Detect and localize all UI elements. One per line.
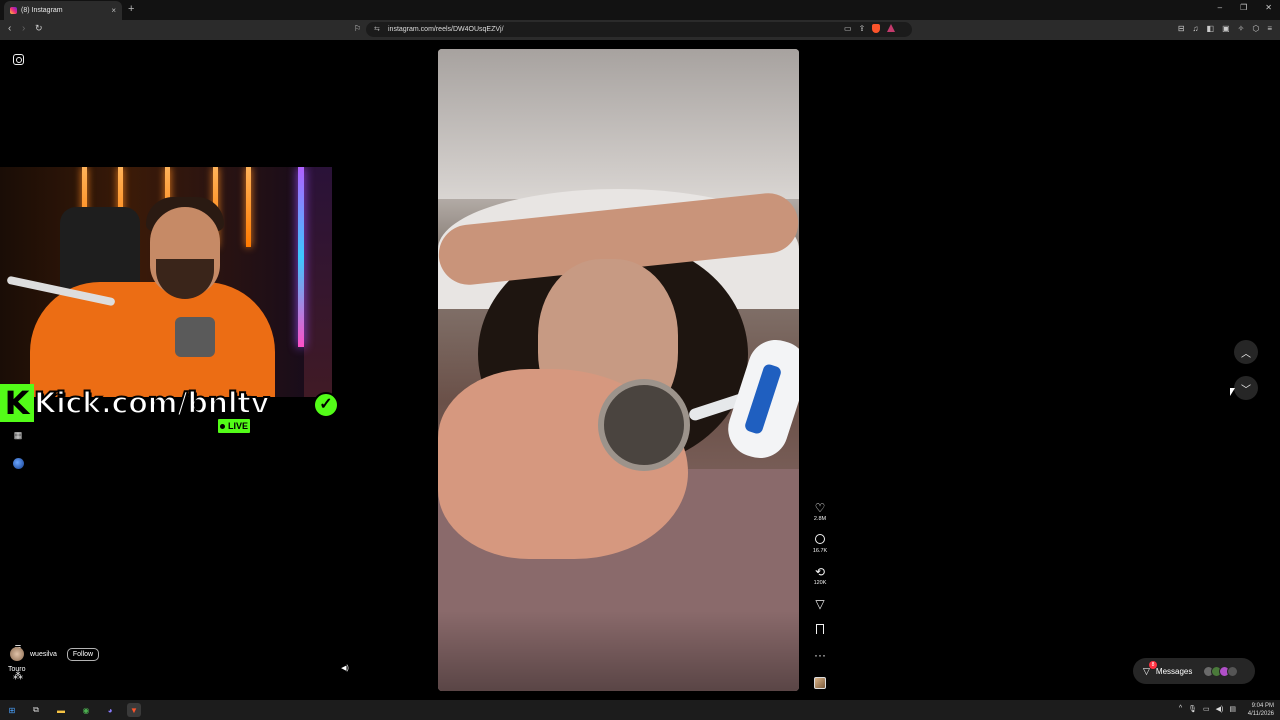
clock-date: 4/11/2026 [1247,711,1274,717]
reel-author: wuesilva Follow [10,647,100,661]
like-count: 2.8M [813,516,827,522]
messages-label: Messages [1155,666,1193,676]
follow-button[interactable]: Follow [66,647,100,661]
heart-icon: ♡ [814,501,826,515]
forward-arrow-icon[interactable]: › [22,23,25,34]
windows-taskbar: ⊞ ⧉ ▬ ◉ ◕ ▼ ^ 🎙 ▭ ◀) ▤ 9:04 PM 4/11/2026 [0,700,1280,720]
menu-icon[interactable]: ≡ [1267,24,1272,33]
split-view-icon[interactable]: ◧ [1207,24,1215,33]
kick-logo: K [0,384,34,422]
live-label: LIVE [227,421,248,431]
dashboard-icon[interactable]: ▦ [11,428,25,442]
address-bar-url: instagram.com/reels/DW4OUsqEZVj/ [388,26,504,33]
window-controls: – ❐ ✕ [1218,3,1272,12]
clock-time: 9:04 PM [1251,703,1274,709]
messenger-icon: ▽ 8 [1143,660,1157,677]
comment-icon [808,534,832,547]
previous-reel-button[interactable]: ︿ [1234,340,1258,364]
media-icon[interactable]: ♫ [1193,24,1199,33]
message-avatar [1227,665,1239,677]
discord-icon[interactable]: ◕ [103,703,117,717]
audio-track-thumbnail[interactable] [814,677,826,689]
more-options-icon: ··· [814,648,826,662]
maximize-button[interactable]: ❐ [1240,3,1247,12]
brave-shields-icon[interactable] [872,24,881,33]
instagram-page: ▦ ≡ ⁂ K Kick.com/bnltv ✓ LIVE [0,40,1280,700]
save-button[interactable] [808,624,832,637]
tab-title: (8) Instagram [21,7,63,14]
file-explorer-icon[interactable]: ▬ [54,703,68,717]
mute-toggle-icon[interactable]: ◀) [337,660,353,676]
task-view-icon[interactable]: ⧉ [29,703,43,717]
tray-chevron-icon[interactable]: ^ [1179,705,1182,713]
vpn-icon[interactable]: ⬡ [1252,24,1259,33]
address-bar[interactable]: ⇆ instagram.com/reels/DW4OUsqEZVj/ [366,22,912,37]
send-icon: ▽ [815,597,825,611]
comment-count: 16.7K [812,548,828,554]
repost-count: 120K [813,580,827,586]
site-info-icon[interactable]: ⇆ [374,25,380,33]
network-icon[interactable]: ▭ [1203,705,1210,713]
more-options-button[interactable]: ··· [808,649,832,662]
browser-tab-instagram[interactable]: (8) Instagram × [4,1,122,20]
extension-icons: ⊟ ♫ ◧ ▣ ✧ ⬡ ≡ [1178,24,1272,33]
browser-tab-bar: (8) Instagram × + – ❐ ✕ [0,0,1280,20]
bookmark-save-icon [808,624,832,637]
like-button[interactable]: ♡ 2.8M [808,501,832,523]
share-icon[interactable]: ⇪ [859,24,866,33]
share-button[interactable]: ▽ [808,598,832,611]
taskbar-clock[interactable]: 9:04 PM 4/11/2026 [1248,702,1274,718]
comment-button[interactable]: 16.7K [808,534,832,554]
author-username[interactable]: wuesilva [30,651,57,658]
reel-audio-label[interactable]: Touro [8,666,26,673]
messages-avatars [1203,665,1239,677]
browser-toolbar: ‹ › ↻ ⚐ ⇆ instagram.com/reels/DW4OUsqEZV… [0,20,1280,40]
leo-ai-icon[interactable]: ✧ [1238,24,1245,33]
messages-button[interactable]: ▽ 8 Messages [1133,658,1255,684]
brave-taskbar-icon[interactable]: ▼ [127,703,141,717]
kick-channel-banner: K Kick.com/bnltv ✓ [0,384,345,424]
live-dot-icon [219,423,225,429]
volume-icon[interactable]: ◀) [1216,705,1224,713]
verified-check-icon: ✓ [313,392,339,418]
reel-video[interactable] [438,49,799,691]
author-avatar[interactable] [10,647,24,661]
messages-badge: 8 [1149,660,1157,669]
chevron-down-icon: ﹀ [1241,384,1251,396]
address-bar-actions: ▭ ⇪ [844,24,896,33]
instagram-favicon-icon [10,7,17,14]
action-center-icon[interactable]: ▤ [1229,705,1236,713]
new-tab-button[interactable]: + [128,3,134,15]
back-arrow-icon[interactable]: ‹ [8,23,11,34]
bookmark-icon[interactable]: ⚐ [354,24,361,33]
reload-icon[interactable]: ↻ [35,23,43,34]
wallet-icon[interactable]: ▣ [1222,24,1230,33]
repost-button[interactable]: ⟲ 120K [808,565,832,587]
next-reel-button[interactable]: ﹀ [1234,376,1258,400]
close-window-button[interactable]: ✕ [1265,3,1272,12]
tab-close-icon[interactable]: × [111,6,116,15]
chevron-up-icon: ︿ [1241,348,1251,360]
sidebar-toggle-icon[interactable]: ⊟ [1178,24,1185,33]
live-badge: LIVE [216,417,252,435]
streamer-webcam [0,167,332,397]
system-tray: ^ 🎙 ▭ ◀) ▤ [1179,705,1236,713]
instagram-logo-icon[interactable] [11,52,25,66]
minimize-button[interactable]: – [1218,3,1222,12]
profile-avatar[interactable] [11,456,25,470]
chrome-icon[interactable]: ◉ [79,703,93,717]
microphone-icon[interactable]: 🎙 [1188,705,1197,713]
repost-icon: ⟲ [814,565,826,579]
start-button-icon[interactable]: ⊞ [5,703,19,717]
mouse-cursor-icon [1230,388,1235,396]
screen-cast-icon[interactable]: ▭ [844,24,852,33]
brave-rewards-icon[interactable] [887,24,896,32]
